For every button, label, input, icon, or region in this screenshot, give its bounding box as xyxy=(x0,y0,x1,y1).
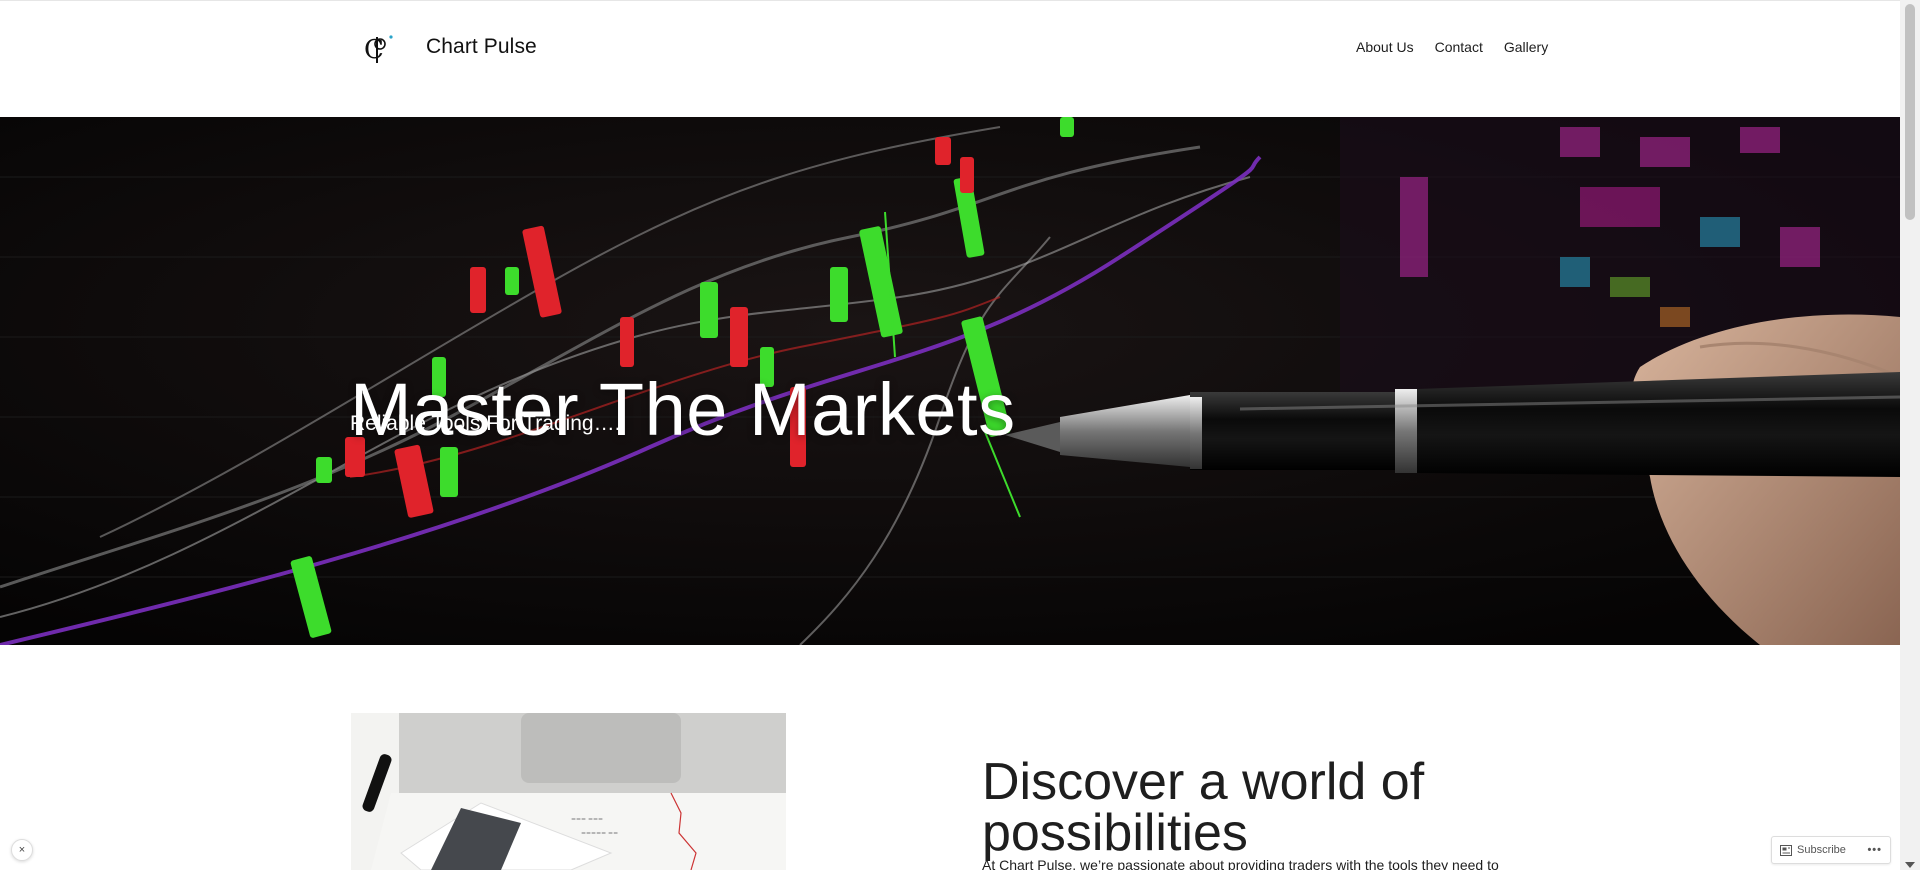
hero-subtitle: Reliable Tools For Trading…. xyxy=(350,412,621,435)
nav-about-us[interactable]: About Us xyxy=(1356,39,1414,55)
svg-text:=== ===: === === xyxy=(571,816,603,823)
page: C Chart Pulse About Us Contact Gallery M… xyxy=(0,0,1920,870)
site-header: C Chart Pulse About Us Contact Gallery xyxy=(0,0,1900,118)
close-icon[interactable]: × xyxy=(11,839,33,861)
section-title: Discover a world of possibilities xyxy=(982,753,1425,863)
more-options-icon[interactable]: ••• xyxy=(1859,844,1890,856)
hero-title: Master The Markets xyxy=(350,367,1016,451)
site-logo[interactable]: C xyxy=(358,29,398,69)
desk-illustration: === === ===== == xyxy=(351,713,786,870)
subscribe-button[interactable]: Subscribe xyxy=(1772,844,1854,856)
logo-icon: C xyxy=(364,35,393,65)
hero-banner: Master The Markets Reliable Tools For Tr… xyxy=(0,117,1900,645)
page-scrollbar[interactable] xyxy=(1900,0,1920,870)
site-title[interactable]: Chart Pulse xyxy=(426,35,537,59)
nav-gallery[interactable]: Gallery xyxy=(1504,39,1548,55)
subscribe-bar: Subscribe ••• xyxy=(1771,836,1891,864)
scroll-down-arrow-icon[interactable] xyxy=(1905,862,1915,868)
subscribe-label: Subscribe xyxy=(1797,844,1846,856)
svg-text:===== ==: ===== == xyxy=(581,830,618,837)
reader-icon xyxy=(1780,844,1792,856)
trading-desk-image: === === ===== == xyxy=(351,713,786,870)
main-nav: About Us Contact Gallery xyxy=(1356,39,1548,55)
nav-contact[interactable]: Contact xyxy=(1435,39,1483,55)
scrollbar-thumb[interactable] xyxy=(1905,4,1915,220)
section-body-text: At Chart Pulse, we’re passionate about p… xyxy=(982,857,1499,870)
